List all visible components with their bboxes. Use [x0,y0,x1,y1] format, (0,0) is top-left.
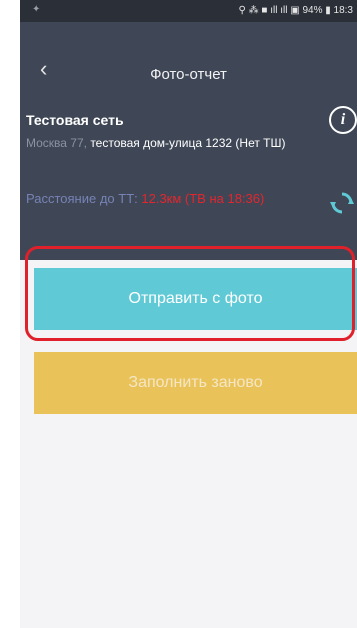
store-city: Москва 77, [26,136,87,150]
distance-to-store: Расстояние до ТТ: 12.3км (ТВ на 18:36) [26,190,326,208]
notification-icon: ✦ [32,4,41,15]
distance-value: 12.3км (ТВ на 18:36) [141,191,265,206]
refresh-icon[interactable] [329,190,355,216]
page-title: Фото-отчет [150,66,227,83]
distance-label: Расстояние до ТТ: [26,191,142,206]
highlight-frame [25,246,355,341]
status-bar: ✦ ⚲ ⁂ ■ ıll ıll ▣ 94% ▮ 18:3 [20,0,357,22]
store-street: тестовая дом-улица 1232 (Нет ТШ) [86,136,286,150]
store-name: Тестовая сеть [26,112,124,128]
info-icon[interactable]: i [329,106,357,134]
store-address: Москва 77, тестовая дом-улица 1232 (Нет … [26,135,316,151]
refill-button[interactable]: Заполнить заново [34,352,357,414]
status-icons: ⚲ ⁂ ■ ıll ıll ▣ 94% ▮ 18:3 [238,5,353,16]
header-panel: ‹ Фото-отчет Тестовая сеть Москва 77, те… [20,22,357,260]
